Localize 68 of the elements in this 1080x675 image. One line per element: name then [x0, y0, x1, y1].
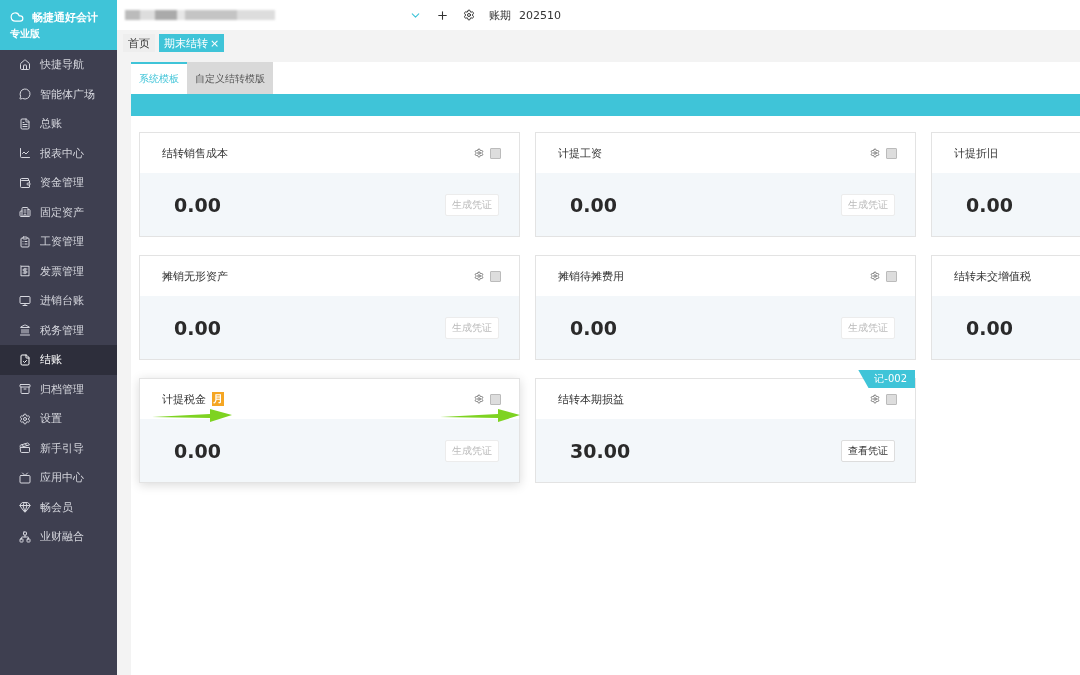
voucher-button[interactable]: 查看凭证 [841, 439, 895, 462]
nav-icon [19, 58, 31, 71]
template-tab[interactable]: 自定义结转模版 [187, 62, 273, 94]
amount: 0.00 [174, 439, 221, 462]
checkbox[interactable] [490, 393, 501, 405]
sidebar-item[interactable]: 业财融合 [0, 522, 117, 552]
amount: 0.00 [174, 316, 221, 339]
sidebar-item[interactable]: 固定资产 [0, 197, 117, 227]
amount: 0.00 [570, 316, 617, 339]
period-value: 202510 [519, 8, 561, 22]
nav-icon [19, 471, 31, 484]
nav-icon [19, 324, 31, 337]
app-name: 畅捷通好会计 [32, 9, 98, 25]
sidebar-item[interactable]: 畅会员 [0, 492, 117, 522]
checkbox[interactable] [886, 147, 897, 159]
sidebar-item[interactable]: 总账 [0, 109, 117, 139]
nav-icon [19, 235, 31, 248]
nav-icon [19, 117, 31, 130]
card-title: 计提折旧 [954, 145, 998, 161]
card-title: 计提工资 [558, 145, 602, 161]
edition-label: 专业版 [10, 26, 41, 41]
nav-icon [19, 206, 31, 219]
cloud-icon [10, 10, 24, 24]
amount: 0.00 [570, 193, 617, 216]
plus-icon[interactable] [436, 8, 449, 22]
sidebar-item[interactable]: 进销台账 [0, 286, 117, 316]
nav-icon [19, 501, 31, 514]
nav-icon [19, 265, 31, 278]
nav-icon [19, 176, 31, 189]
settings-icon[interactable] [463, 9, 475, 21]
amount: 0.00 [174, 193, 221, 216]
page-tab[interactable]: 首页 [123, 34, 155, 52]
sidebar-item[interactable]: 结账 [0, 345, 117, 375]
nav-icon [19, 353, 31, 366]
nav-icon [19, 294, 31, 307]
sidebar-item[interactable]: 归档管理 [0, 374, 117, 404]
voucher-tag: 记-002 [858, 370, 915, 388]
amount: 0.00 [966, 316, 1013, 339]
card-title: 计提税金 [162, 391, 206, 407]
nav-icon [19, 442, 31, 455]
checkbox[interactable] [886, 270, 897, 282]
nav-icon [19, 412, 31, 425]
nav-icon [19, 88, 31, 101]
card-title: 结转销售成本 [162, 145, 228, 161]
month-badge: 月 [212, 392, 224, 406]
period-label: 账期 [489, 7, 511, 23]
sidebar-item[interactable]: 报表中心 [0, 138, 117, 168]
nav-icon [19, 383, 31, 396]
amount: 0.00 [966, 193, 1013, 216]
sidebar-item[interactable]: 税务管理 [0, 315, 117, 345]
card-title: 摊销待摊费用 [558, 268, 624, 284]
sidebar-item[interactable]: 快捷导航 [0, 50, 117, 80]
checkbox[interactable] [886, 393, 897, 405]
card-title: 结转本期损益 [558, 391, 624, 407]
checkbox[interactable] [490, 147, 501, 159]
nav-icon [19, 147, 31, 160]
amount: 30.00 [570, 439, 631, 462]
sidebar-item[interactable]: 工资管理 [0, 227, 117, 257]
checkbox[interactable] [490, 270, 501, 282]
nav-icon [19, 530, 31, 543]
sidebar-item[interactable]: 新手引导 [0, 433, 117, 463]
sidebar-item[interactable]: 资金管理 [0, 168, 117, 198]
sidebar-item[interactable]: 应用中心 [0, 463, 117, 493]
sidebar-item[interactable]: 发票管理 [0, 256, 117, 286]
card-title: 结转未交增值税 [954, 268, 1031, 284]
sidebar-item[interactable]: 设置 [0, 404, 117, 434]
sidebar-item[interactable]: 智能体广场 [0, 79, 117, 109]
card-title: 摊销无形资产 [162, 268, 228, 284]
